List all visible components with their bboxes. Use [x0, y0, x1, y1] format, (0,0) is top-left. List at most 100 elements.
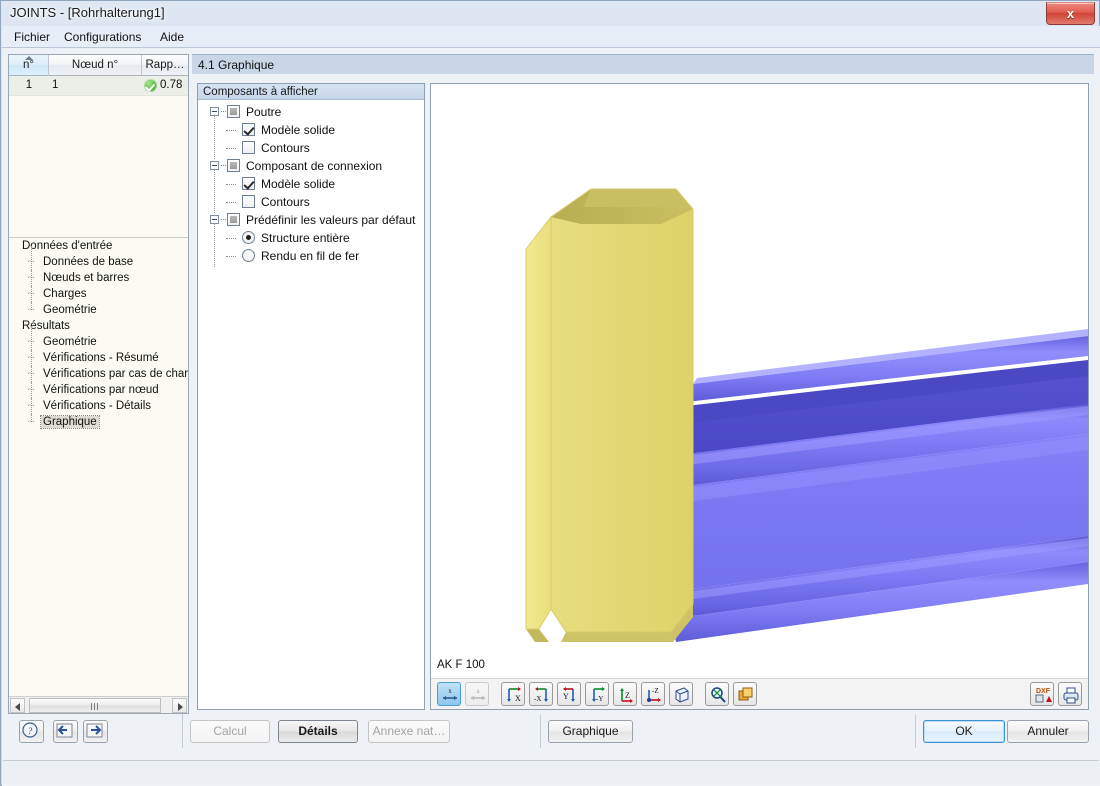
close-window-button[interactable]: x [1046, 2, 1095, 25]
tree-node-poutre[interactable]: Poutre [200, 103, 422, 121]
left-panel: n° Nœud n° Rapp… 1 1 0.78 Données d'entr… [8, 54, 189, 714]
svg-text:X: X [515, 694, 521, 703]
tree-node-connexion-contours[interactable]: Contours [200, 193, 422, 211]
checkbox-composant-de-connexion[interactable] [227, 159, 240, 172]
sort-ascending-icon [24, 56, 33, 60]
details-button[interactable]: Détails [278, 720, 358, 743]
tree-branch-icon: ··· [27, 272, 35, 283]
status-bar [3, 760, 1099, 784]
client-area: n° Nœud n° Rapp… 1 1 0.78 Données d'entr… [2, 48, 1100, 786]
nav-item-verifications-par-noeud[interactable]: ··· Vérifications par nœud [9, 382, 188, 398]
view-minus-x-icon[interactable]: -X [529, 682, 553, 706]
tree-branch-icon: ··· [27, 368, 35, 379]
left-panel-horizontal-scrollbar[interactable] [9, 696, 188, 713]
nav-item-geometrie-entree[interactable]: ··· Geométrie [9, 302, 188, 318]
dimension-x-toggle-icon[interactable]: x [437, 682, 461, 706]
tree-branch-icon [221, 111, 226, 112]
tree-branch-icon: ··· [27, 288, 35, 299]
checkbox-poutre-modele-solide[interactable] [242, 123, 255, 136]
nav-item-resultats[interactable]: Résultats [9, 318, 188, 334]
table-row[interactable]: 1 1 0.78 [9, 76, 188, 96]
cancel-button[interactable]: Annuler [1007, 720, 1089, 743]
nav-item-verifications-cas-de-charge[interactable]: ··· Vérifications par cas de charge [9, 366, 188, 382]
components-panel-title: Composants à afficher [198, 84, 424, 100]
application-window: JOINTS - [Rohrhalterung1] x Fichier Conf… [0, 0, 1100, 786]
graphics-viewport[interactable] [431, 84, 1088, 654]
nav-item-charges[interactable]: ··· Charges [9, 286, 188, 302]
tree-branch-icon: ··· [27, 400, 35, 411]
cell-ratio: 0.78 [160, 79, 183, 91]
help-icon[interactable]: ? [19, 720, 44, 743]
calcul-button[interactable]: Calcul [190, 720, 270, 743]
tree-node-composant-de-connexion[interactable]: Composant de connexion [200, 157, 422, 175]
view-x-icon[interactable]: X [501, 682, 525, 706]
svg-text:Y: Y [563, 692, 569, 701]
bottom-action-bar: ? Calcul Détails Annexe nat… Graphique O… [2, 714, 1100, 760]
title-bar[interactable]: JOINTS - [Rohrhalterung1] x [1, 1, 1100, 26]
tree-branch-icon: ··· [27, 336, 35, 347]
column-header-node[interactable]: Nœud n° [49, 55, 142, 76]
layers-icon[interactable] [733, 682, 757, 706]
tree-branch-icon: ··· [27, 352, 35, 363]
view-minus-z-icon[interactable]: -Z [641, 682, 665, 706]
model-3d-render [525, 188, 1088, 642]
collapse-expander-icon[interactable] [210, 107, 219, 116]
view-y-icon[interactable]: Y [557, 682, 581, 706]
tree-node-poutre-modele-solide[interactable]: Modèle solide [200, 121, 422, 139]
scrollbar-thumb[interactable] [29, 698, 161, 713]
tree-node-rendu-fil-de-fer[interactable]: Rendu en fil de fer [200, 247, 422, 265]
checkbox-connexion-contours[interactable] [242, 195, 255, 208]
radio-rendu-en-fil-de-fer[interactable] [242, 249, 255, 262]
cell-no: 1 [25, 79, 33, 91]
scrollbar-grip-icon [91, 703, 100, 710]
nav-item-donnees-de-base[interactable]: ··· Données de base [9, 246, 188, 270]
nav-item-donnees-entree[interactable]: Données d'entrée [9, 238, 188, 254]
zoom-icon[interactable] [705, 682, 729, 706]
menu-item-configurations[interactable]: Configurations [58, 29, 147, 45]
nav-item-graphique[interactable]: ··· Graphique [9, 414, 188, 430]
checkbox-poutre-contours[interactable] [242, 141, 255, 154]
status-ok-icon [144, 79, 157, 92]
export-dxf-icon[interactable]: DXF [1030, 682, 1054, 706]
nav-item-verifications-details[interactable]: ··· Vérifications - Détails [9, 398, 188, 414]
tree-branch-icon [221, 219, 226, 220]
results-grid-header: n° Nœud n° Rapp… [9, 55, 188, 76]
checkbox-poutre[interactable] [227, 105, 240, 118]
collapse-expander-icon[interactable] [210, 215, 219, 224]
checkbox-predefinir-valeurs[interactable] [227, 213, 240, 226]
graphique-button[interactable]: Graphique [548, 720, 633, 743]
print-icon[interactable] [1058, 682, 1082, 706]
checkbox-connexion-modele-solide[interactable] [242, 177, 255, 190]
menu-item-aide[interactable]: Aide [154, 29, 190, 45]
nav-item-noeuds-et-barres[interactable]: ··· Nœuds et barres [9, 270, 188, 286]
annotation-toggle-icon[interactable]: a [465, 682, 489, 706]
scroll-left-arrow-icon[interactable] [10, 698, 25, 713]
scroll-right-arrow-icon[interactable] [172, 698, 187, 713]
components-tree: Poutre Modèle solide Contours Composant … [200, 103, 422, 707]
annexe-nationale-button[interactable]: Annexe nat… [368, 720, 450, 743]
svg-text:x: x [448, 687, 452, 695]
close-icon: x [1066, 6, 1075, 21]
collapse-expander-icon[interactable] [210, 161, 219, 170]
nav-item-geometrie-resultats[interactable]: ··· Geométrie [9, 326, 188, 350]
svg-text:?: ? [28, 726, 33, 736]
svg-text:DXF: DXF [1036, 688, 1051, 695]
view-minus-y-icon[interactable]: -Y [585, 682, 609, 706]
tree-node-predefinir-valeurs-par-defaut[interactable]: Prédéfinir les valeurs par défaut [200, 211, 422, 229]
radio-structure-entiere[interactable] [242, 231, 255, 244]
navigation-tree: Données d'entrée ··· Données de base ···… [9, 237, 188, 682]
tree-branch-icon: ··· [27, 256, 35, 267]
column-header-no[interactable]: n° [9, 55, 49, 76]
tree-node-connexion-modele-solide[interactable]: Modèle solide [200, 175, 422, 193]
ok-button[interactable]: OK [923, 720, 1005, 743]
tree-node-poutre-contours[interactable]: Contours [200, 139, 422, 157]
nav-item-verifications-resume[interactable]: ··· Vérifications - Résumé [9, 350, 188, 366]
next-icon[interactable] [83, 720, 108, 743]
view-z-icon[interactable]: Z [613, 682, 637, 706]
view-isometric-icon[interactable] [669, 682, 693, 706]
tree-node-structure-entiere[interactable]: Structure entière [200, 229, 422, 247]
previous-icon[interactable] [53, 720, 78, 743]
section-title: 4.1 Graphique [192, 54, 1094, 74]
menu-item-fichier[interactable]: Fichier [8, 29, 56, 45]
column-header-ratio[interactable]: Rapp… [142, 55, 188, 76]
